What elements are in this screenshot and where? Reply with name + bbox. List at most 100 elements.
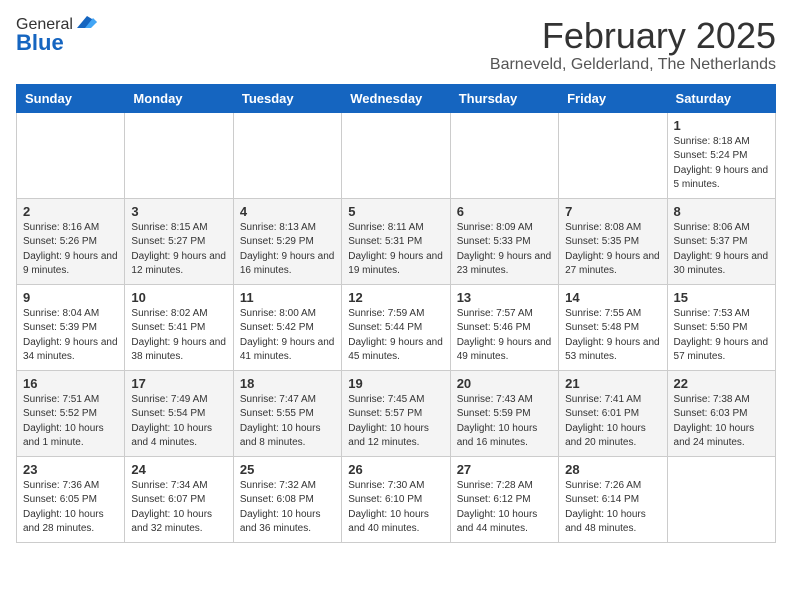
day-info: Sunrise: 7:51 AM Sunset: 5:52 PM Dayligh… (23, 393, 118, 451)
calendar-cell: 7 Sunrise: 8:08 AM Sunset: 5:35 PM Daylig… (559, 198, 667, 284)
day-info: Sunrise: 7:59 AM Sunset: 5:44 PM Dayligh… (348, 307, 443, 365)
day-number: 26 (348, 462, 443, 477)
calendar-cell: 27 Sunrise: 7:28 AM Sunset: 6:12 PM Dayli… (450, 456, 558, 542)
weekday-header-thursday: Thursday (450, 84, 558, 112)
day-info: Sunrise: 7:30 AM Sunset: 6:10 PM Dayligh… (348, 479, 443, 537)
day-number: 14 (565, 290, 660, 305)
calendar-cell (125, 112, 233, 198)
calendar-cell (667, 456, 775, 542)
calendar-cell: 21 Sunrise: 7:41 AM Sunset: 6:01 PM Dayli… (559, 370, 667, 456)
calendar-cell: 9 Sunrise: 8:04 AM Sunset: 5:39 PM Daylig… (17, 284, 125, 370)
weekday-header-tuesday: Tuesday (233, 84, 341, 112)
weekday-header-saturday: Saturday (667, 84, 775, 112)
day-info: Sunrise: 7:53 AM Sunset: 5:50 PM Dayligh… (674, 307, 769, 365)
weekday-header-friday: Friday (559, 84, 667, 112)
calendar-cell: 4 Sunrise: 8:13 AM Sunset: 5:29 PM Daylig… (233, 198, 341, 284)
day-info: Sunrise: 7:41 AM Sunset: 6:01 PM Dayligh… (565, 393, 660, 451)
calendar-cell (559, 112, 667, 198)
calendar-cell: 1 Sunrise: 8:18 AM Sunset: 5:24 PM Daylig… (667, 112, 775, 198)
day-info: Sunrise: 7:55 AM Sunset: 5:48 PM Dayligh… (565, 307, 660, 365)
month-title: February 2025 (490, 16, 776, 56)
day-number: 22 (674, 376, 769, 391)
calendar-week-1: 1 Sunrise: 8:18 AM Sunset: 5:24 PM Daylig… (17, 112, 776, 198)
day-info: Sunrise: 8:04 AM Sunset: 5:39 PM Dayligh… (23, 307, 118, 365)
day-number: 16 (23, 376, 118, 391)
calendar-cell: 20 Sunrise: 7:43 AM Sunset: 5:59 PM Dayli… (450, 370, 558, 456)
calendar-cell: 15 Sunrise: 7:53 AM Sunset: 5:50 PM Dayli… (667, 284, 775, 370)
day-number: 15 (674, 290, 769, 305)
logo-blue-text: Blue (16, 30, 64, 56)
day-info: Sunrise: 7:28 AM Sunset: 6:12 PM Dayligh… (457, 479, 552, 537)
day-info: Sunrise: 8:16 AM Sunset: 5:26 PM Dayligh… (23, 221, 118, 279)
calendar-cell: 14 Sunrise: 7:55 AM Sunset: 5:48 PM Dayli… (559, 284, 667, 370)
calendar-body: 1 Sunrise: 8:18 AM Sunset: 5:24 PM Daylig… (17, 112, 776, 542)
day-info: Sunrise: 7:57 AM Sunset: 5:46 PM Dayligh… (457, 307, 552, 365)
day-number: 4 (240, 204, 335, 219)
day-number: 20 (457, 376, 552, 391)
day-number: 13 (457, 290, 552, 305)
calendar-cell: 19Sunrise: 7:45 AM Sunset: 5:57 PM Dayli… (342, 370, 450, 456)
calendar-cell: 10Sunrise: 8:02 AM Sunset: 5:41 PM Dayli… (125, 284, 233, 370)
calendar-cell: 5 Sunrise: 8:11 AM Sunset: 5:31 PM Daylig… (342, 198, 450, 284)
calendar-cell: 12 Sunrise: 7:59 AM Sunset: 5:44 PM Dayli… (342, 284, 450, 370)
day-info: Sunrise: 7:32 AM Sunset: 6:08 PM Dayligh… (240, 479, 335, 537)
logo: General Blue (16, 16, 97, 56)
day-number: 24 (131, 462, 226, 477)
calendar-cell: 25 Sunrise: 7:32 AM Sunset: 6:08 PM Dayli… (233, 456, 341, 542)
logo-icon (75, 14, 97, 30)
calendar-week-5: 23 Sunrise: 7:36 AM Sunset: 6:05 PM Dayli… (17, 456, 776, 542)
day-info: Sunrise: 8:13 AM Sunset: 5:29 PM Dayligh… (240, 221, 335, 279)
calendar-cell: 23 Sunrise: 7:36 AM Sunset: 6:05 PM Dayli… (17, 456, 125, 542)
day-number: 3 (131, 204, 226, 219)
day-number: 2 (23, 204, 118, 219)
day-info: Sunrise: 8:00 AM Sunset: 5:42 PM Dayligh… (240, 307, 335, 365)
calendar-cell (233, 112, 341, 198)
calendar-cell: 8Sunrise: 8:06 AM Sunset: 5:37 PM Daylig… (667, 198, 775, 284)
day-info: Sunrise: 8:11 AM Sunset: 5:31 PM Dayligh… (348, 221, 443, 279)
calendar-cell: 28 Sunrise: 7:26 AM Sunset: 6:14 PM Dayli… (559, 456, 667, 542)
day-info: Sunrise: 8:06 AM Sunset: 5:37 PM Dayligh… (674, 221, 769, 279)
day-info: Sunrise: 8:08 AM Sunset: 5:35 PM Dayligh… (565, 221, 660, 279)
calendar-cell: 13 Sunrise: 7:57 AM Sunset: 5:46 PM Dayli… (450, 284, 558, 370)
calendar-cell: 22Sunrise: 7:38 AM Sunset: 6:03 PM Dayli… (667, 370, 775, 456)
calendar-week-3: 9 Sunrise: 8:04 AM Sunset: 5:39 PM Daylig… (17, 284, 776, 370)
day-info: Sunrise: 8:02 AM Sunset: 5:41 PM Dayligh… (131, 307, 226, 365)
day-info: Sunrise: 7:45 AM Sunset: 5:57 PM Dayligh… (348, 393, 443, 451)
day-number: 25 (240, 462, 335, 477)
calendar-cell (450, 112, 558, 198)
day-number: 11 (240, 290, 335, 305)
day-number: 23 (23, 462, 118, 477)
calendar-week-2: 2 Sunrise: 8:16 AM Sunset: 5:26 PM Daylig… (17, 198, 776, 284)
calendar-cell: 16 Sunrise: 7:51 AM Sunset: 5:52 PM Dayli… (17, 370, 125, 456)
weekday-header-wednesday: Wednesday (342, 84, 450, 112)
day-number: 21 (565, 376, 660, 391)
calendar-cell: 17 Sunrise: 7:49 AM Sunset: 5:54 PM Dayli… (125, 370, 233, 456)
day-number: 27 (457, 462, 552, 477)
day-number: 28 (565, 462, 660, 477)
weekday-header-sunday: Sunday (17, 84, 125, 112)
calendar-header: SundayMondayTuesdayWednesdayThursdayFrid… (17, 84, 776, 112)
calendar-cell (17, 112, 125, 198)
day-info: Sunrise: 7:26 AM Sunset: 6:14 PM Dayligh… (565, 479, 660, 537)
day-info: Sunrise: 7:47 AM Sunset: 5:55 PM Dayligh… (240, 393, 335, 451)
day-number: 5 (348, 204, 443, 219)
day-info: Sunrise: 7:43 AM Sunset: 5:59 PM Dayligh… (457, 393, 552, 451)
day-info: Sunrise: 7:34 AM Sunset: 6:07 PM Dayligh… (131, 479, 226, 537)
title-area: February 2025 Barneveld, Gelderland, The… (490, 16, 776, 74)
day-number: 1 (674, 118, 769, 133)
calendar-week-4: 16 Sunrise: 7:51 AM Sunset: 5:52 PM Dayli… (17, 370, 776, 456)
day-info: Sunrise: 7:36 AM Sunset: 6:05 PM Dayligh… (23, 479, 118, 537)
day-number: 17 (131, 376, 226, 391)
day-info: Sunrise: 8:09 AM Sunset: 5:33 PM Dayligh… (457, 221, 552, 279)
day-number: 12 (348, 290, 443, 305)
day-number: 9 (23, 290, 118, 305)
day-number: 18 (240, 376, 335, 391)
day-number: 7 (565, 204, 660, 219)
day-info: Sunrise: 7:49 AM Sunset: 5:54 PM Dayligh… (131, 393, 226, 451)
calendar-cell: 2 Sunrise: 8:16 AM Sunset: 5:26 PM Daylig… (17, 198, 125, 284)
weekday-header-row: SundayMondayTuesdayWednesdayThursdayFrid… (17, 84, 776, 112)
weekday-header-monday: Monday (125, 84, 233, 112)
calendar-cell: 24 Sunrise: 7:34 AM Sunset: 6:07 PM Dayli… (125, 456, 233, 542)
day-info: Sunrise: 8:18 AM Sunset: 5:24 PM Dayligh… (674, 135, 769, 193)
location-title: Barneveld, Gelderland, The Netherlands (490, 56, 776, 74)
